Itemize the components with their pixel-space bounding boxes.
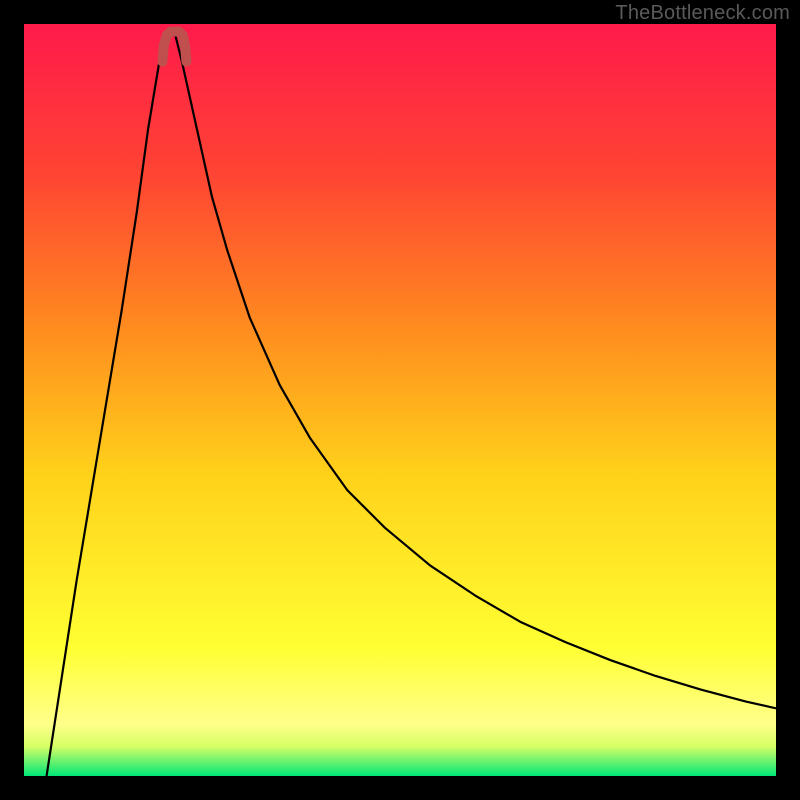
gradient-background bbox=[24, 24, 776, 776]
chart-frame bbox=[24, 24, 776, 776]
watermark-text: TheBottleneck.com bbox=[615, 2, 790, 25]
bottleneck-chart bbox=[24, 24, 776, 776]
